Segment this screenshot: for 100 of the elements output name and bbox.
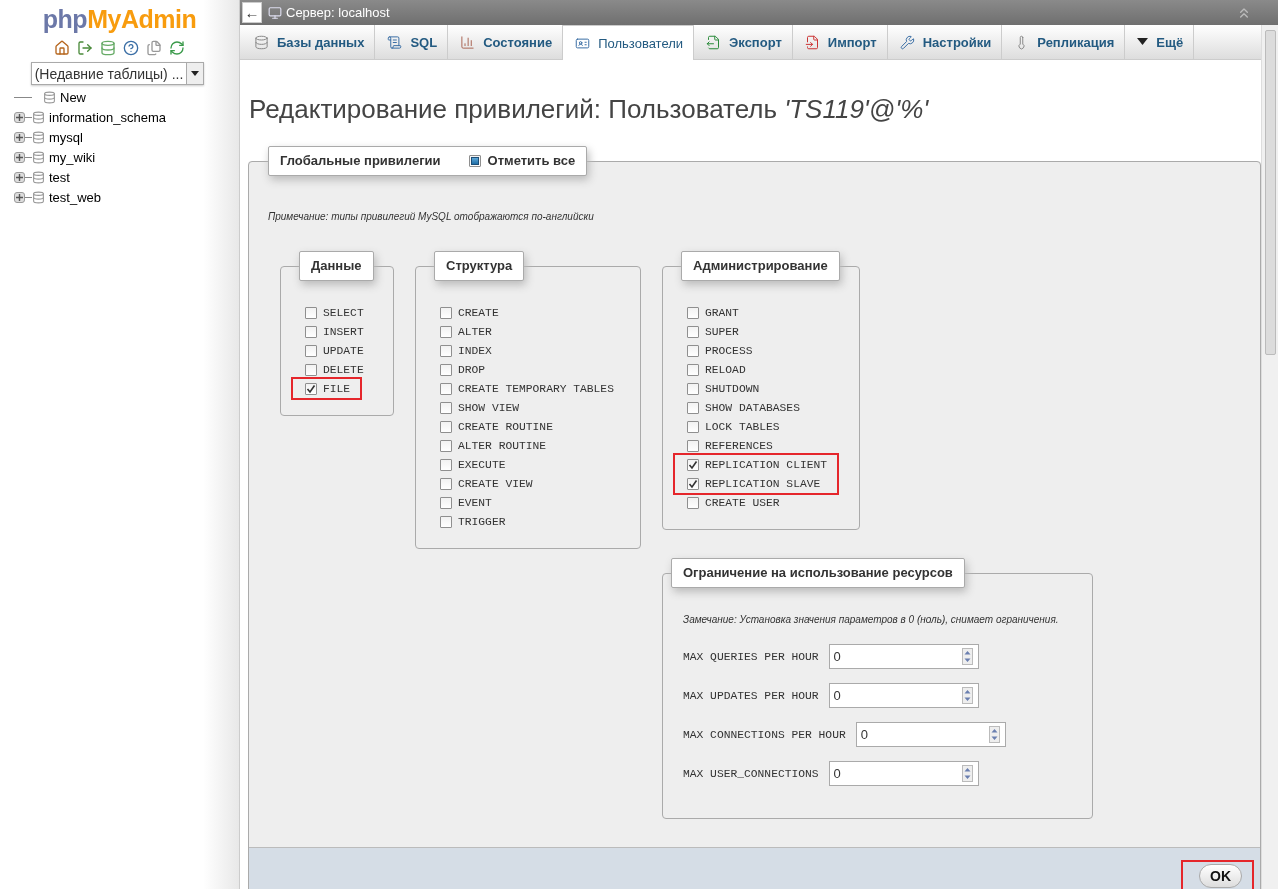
tab[interactable]: Репликация: [1002, 25, 1126, 59]
new-database-icon: [43, 90, 56, 104]
spinner-icon[interactable]: [961, 765, 973, 782]
tab[interactable]: SQL: [375, 25, 449, 59]
checkbox[interactable]: [305, 363, 317, 376]
spinner-icon[interactable]: [988, 726, 1000, 743]
documents-icon[interactable]: [146, 40, 162, 56]
privilege-label[interactable]: CREATE VIEW: [458, 477, 533, 490]
checkbox[interactable]: [440, 420, 452, 433]
expand-icon[interactable]: [14, 151, 25, 163]
privilege-label[interactable]: INSERT: [323, 325, 364, 338]
privilege-label[interactable]: REPLICATION CLIENT: [705, 458, 828, 471]
ok-button[interactable]: OK: [1199, 864, 1242, 888]
tab[interactable]: Пользователи: [563, 25, 695, 60]
checkbox[interactable]: [440, 515, 452, 528]
privilege-label[interactable]: UPDATE: [323, 344, 364, 357]
spinner-icon[interactable]: [961, 687, 973, 704]
tree-item[interactable]: my_wiki: [49, 149, 96, 165]
checkbox[interactable]: [440, 306, 452, 319]
privilege-label[interactable]: DROP: [458, 363, 486, 376]
caret-icon: [191, 71, 199, 76]
privilege-label[interactable]: CREATE: [458, 306, 499, 319]
expand-icon[interactable]: [14, 191, 25, 203]
checkbox[interactable]: [305, 344, 317, 357]
number-field[interactable]: 0: [828, 683, 979, 708]
expand-icon[interactable]: [14, 171, 25, 183]
privilege-label[interactable]: CREATE USER: [705, 496, 780, 509]
privilege-label[interactable]: CREATE TEMPORARY TABLES: [458, 382, 614, 395]
tab[interactable]: Импорт: [792, 25, 888, 59]
server-title: Сервер: localhost: [286, 5, 391, 20]
checkbox[interactable]: [305, 306, 317, 319]
checkbox[interactable]: [687, 401, 699, 414]
checkbox[interactable]: [687, 496, 699, 509]
scrollbar[interactable]: [1261, 25, 1278, 889]
tab[interactable]: Настройки: [887, 25, 1003, 59]
checkbox[interactable]: [440, 325, 452, 338]
checkbox[interactable]: [440, 496, 452, 509]
recent-tables-select[interactable]: (Недавние таблицы) ...: [31, 62, 204, 85]
checkbox[interactable]: [687, 306, 699, 319]
home-icon[interactable]: [54, 40, 70, 56]
privilege-label[interactable]: ALTER: [458, 325, 492, 338]
checkbox[interactable]: [305, 325, 317, 338]
checkbox[interactable]: [687, 382, 699, 395]
privilege-label[interactable]: SUPER: [705, 325, 739, 338]
check-all-label[interactable]: Отметить все: [487, 153, 576, 168]
checkbox[interactable]: [687, 458, 699, 471]
tab[interactable]: Базы данных: [242, 25, 376, 59]
checkbox[interactable]: [687, 420, 699, 433]
exit-icon[interactable]: [77, 40, 93, 56]
tree-item[interactable]: information_schema: [49, 109, 167, 125]
tree-item[interactable]: mysql: [49, 129, 83, 145]
privilege-label[interactable]: INDEX: [458, 344, 492, 357]
checkbox[interactable]: [440, 363, 452, 376]
checkbox[interactable]: [687, 439, 699, 452]
privilege-label[interactable]: GRANT: [705, 306, 739, 319]
privilege-label[interactable]: LOCK TABLES: [705, 420, 780, 433]
tree-item[interactable]: test: [49, 169, 70, 185]
privilege-label[interactable]: REPLICATION SLAVE: [705, 477, 821, 490]
privilege-label[interactable]: REFERENCES: [705, 439, 773, 452]
checkbox[interactable]: [468, 154, 481, 167]
privilege-label[interactable]: SHOW VIEW: [458, 401, 519, 414]
privilege-label[interactable]: DELETE: [323, 363, 364, 376]
checkbox[interactable]: [687, 325, 699, 338]
checkbox[interactable]: [440, 458, 452, 471]
privilege-label[interactable]: FILE: [323, 382, 351, 395]
privilege-label[interactable]: EVENT: [458, 496, 492, 509]
number-field[interactable]: 0: [828, 644, 979, 669]
privilege-label[interactable]: SHOW DATABASES: [705, 401, 800, 414]
number-field[interactable]: 0: [855, 722, 1006, 747]
checkbox[interactable]: [440, 439, 452, 452]
checkbox[interactable]: [440, 477, 452, 490]
number-field[interactable]: 0: [828, 761, 979, 786]
checkbox[interactable]: [305, 382, 317, 395]
checkbox[interactable]: [687, 344, 699, 357]
spinner-icon[interactable]: [961, 648, 973, 665]
checkbox[interactable]: [687, 363, 699, 376]
privilege-label[interactable]: CREATE ROUTINE: [458, 420, 553, 433]
privilege-label[interactable]: SHUTDOWN: [705, 382, 760, 395]
database-icon[interactable]: [100, 40, 116, 56]
expand-icon[interactable]: [14, 111, 25, 123]
checkbox[interactable]: [440, 382, 452, 395]
privilege-label[interactable]: SELECT: [323, 306, 364, 319]
legend-title: Глобальные привилегии: [280, 153, 441, 168]
checkbox[interactable]: [687, 477, 699, 490]
help-icon[interactable]: [123, 40, 139, 56]
back-button[interactable]: ←: [242, 2, 262, 23]
refresh-icon[interactable]: [169, 40, 185, 56]
privilege-label[interactable]: RELOAD: [705, 363, 746, 376]
tab[interactable]: Экспорт: [694, 25, 793, 59]
expand-icon[interactable]: [14, 131, 25, 143]
privilege-label[interactable]: TRIGGER: [458, 515, 506, 528]
checkbox[interactable]: [440, 401, 452, 414]
logo[interactable]: phpMyAdmin: [42, 4, 197, 34]
privilege-label[interactable]: EXECUTE: [458, 458, 506, 471]
privilege-label[interactable]: PROCESS: [705, 344, 753, 357]
tree-item[interactable]: test_web: [49, 189, 102, 205]
checkbox[interactable]: [440, 344, 452, 357]
tree-item[interactable]: New: [60, 89, 86, 105]
tab[interactable]: Ещё: [1125, 25, 1195, 59]
privilege-label[interactable]: ALTER ROUTINE: [458, 439, 547, 452]
